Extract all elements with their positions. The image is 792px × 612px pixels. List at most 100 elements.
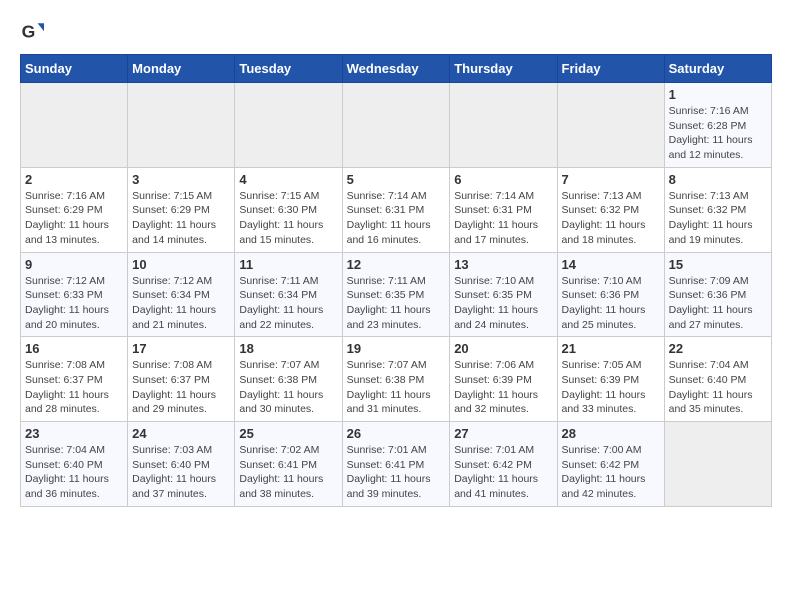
logo-icon: G — [20, 20, 44, 44]
day-number: 21 — [562, 341, 660, 356]
day-number: 9 — [25, 257, 123, 272]
day-number: 7 — [562, 172, 660, 187]
day-info: Sunrise: 7:12 AM Sunset: 6:33 PM Dayligh… — [25, 274, 123, 333]
calendar-cell: 5 Sunrise: 7:14 AM Sunset: 6:31 PM Daylig… — [342, 167, 450, 252]
day-info: Sunrise: 7:15 AM Sunset: 6:30 PM Dayligh… — [239, 189, 337, 248]
calendar-header-sunday: Sunday — [21, 55, 128, 83]
day-number: 15 — [669, 257, 767, 272]
day-info: Sunrise: 7:01 AM Sunset: 6:42 PM Dayligh… — [454, 443, 552, 502]
calendar-cell: 9 Sunrise: 7:12 AM Sunset: 6:33 PM Daylig… — [21, 252, 128, 337]
calendar-cell: 3 Sunrise: 7:15 AM Sunset: 6:29 PM Daylig… — [128, 167, 235, 252]
day-info: Sunrise: 7:06 AM Sunset: 6:39 PM Dayligh… — [454, 358, 552, 417]
day-info: Sunrise: 7:13 AM Sunset: 6:32 PM Dayligh… — [562, 189, 660, 248]
day-number: 14 — [562, 257, 660, 272]
day-number: 4 — [239, 172, 337, 187]
day-info: Sunrise: 7:07 AM Sunset: 6:38 PM Dayligh… — [239, 358, 337, 417]
day-number: 25 — [239, 426, 337, 441]
day-info: Sunrise: 7:14 AM Sunset: 6:31 PM Dayligh… — [347, 189, 446, 248]
day-info: Sunrise: 7:07 AM Sunset: 6:38 PM Dayligh… — [347, 358, 446, 417]
calendar-cell: 15 Sunrise: 7:09 AM Sunset: 6:36 PM Dayli… — [664, 252, 771, 337]
calendar-cell — [450, 83, 557, 168]
calendar-table: SundayMondayTuesdayWednesdayThursdayFrid… — [20, 54, 772, 507]
day-info: Sunrise: 7:02 AM Sunset: 6:41 PM Dayligh… — [239, 443, 337, 502]
calendar-cell: 24 Sunrise: 7:03 AM Sunset: 6:40 PM Dayli… — [128, 422, 235, 507]
calendar-cell: 4 Sunrise: 7:15 AM Sunset: 6:30 PM Daylig… — [235, 167, 342, 252]
calendar-cell: 28 Sunrise: 7:00 AM Sunset: 6:42 PM Dayli… — [557, 422, 664, 507]
day-number: 27 — [454, 426, 552, 441]
day-number: 26 — [347, 426, 446, 441]
calendar-cell: 14 Sunrise: 7:10 AM Sunset: 6:36 PM Dayli… — [557, 252, 664, 337]
day-number: 16 — [25, 341, 123, 356]
calendar-cell: 21 Sunrise: 7:05 AM Sunset: 6:39 PM Dayli… — [557, 337, 664, 422]
calendar-cell — [235, 83, 342, 168]
calendar-cell: 11Sunrise: 7:11 AM Sunset: 6:34 PM Dayli… — [235, 252, 342, 337]
calendar-cell: 13 Sunrise: 7:10 AM Sunset: 6:35 PM Dayli… — [450, 252, 557, 337]
day-number: 3 — [132, 172, 230, 187]
day-number: 18 — [239, 341, 337, 356]
calendar-cell: 18 Sunrise: 7:07 AM Sunset: 6:38 PM Dayli… — [235, 337, 342, 422]
day-number: 28 — [562, 426, 660, 441]
day-number: 6 — [454, 172, 552, 187]
day-info: Sunrise: 7:10 AM Sunset: 6:35 PM Dayligh… — [454, 274, 552, 333]
calendar-header-wednesday: Wednesday — [342, 55, 450, 83]
calendar-header-friday: Friday — [557, 55, 664, 83]
day-info: Sunrise: 7:10 AM Sunset: 6:36 PM Dayligh… — [562, 274, 660, 333]
day-number: 23 — [25, 426, 123, 441]
calendar-cell: 23 Sunrise: 7:04 AM Sunset: 6:40 PM Dayli… — [21, 422, 128, 507]
day-info: Sunrise: 7:11 AM Sunset: 6:35 PM Dayligh… — [347, 274, 446, 333]
calendar-cell: 2 Sunrise: 7:16 AM Sunset: 6:29 PM Daylig… — [21, 167, 128, 252]
day-number: 10 — [132, 257, 230, 272]
calendar-cell: 17 Sunrise: 7:08 AM Sunset: 6:37 PM Dayli… — [128, 337, 235, 422]
calendar-cell — [557, 83, 664, 168]
day-number: 17 — [132, 341, 230, 356]
calendar-cell: 26 Sunrise: 7:01 AM Sunset: 6:41 PM Dayli… — [342, 422, 450, 507]
day-number: 22 — [669, 341, 767, 356]
calendar-cell: 27 Sunrise: 7:01 AM Sunset: 6:42 PM Dayli… — [450, 422, 557, 507]
calendar-cell — [342, 83, 450, 168]
logo: G — [20, 20, 48, 44]
day-info: Sunrise: 7:13 AM Sunset: 6:32 PM Dayligh… — [669, 189, 767, 248]
day-number: 24 — [132, 426, 230, 441]
day-number: 12 — [347, 257, 446, 272]
day-info: Sunrise: 7:05 AM Sunset: 6:39 PM Dayligh… — [562, 358, 660, 417]
day-info: Sunrise: 7:16 AM Sunset: 6:29 PM Dayligh… — [25, 189, 123, 248]
day-info: Sunrise: 7:09 AM Sunset: 6:36 PM Dayligh… — [669, 274, 767, 333]
day-number: 20 — [454, 341, 552, 356]
calendar-header-monday: Monday — [128, 55, 235, 83]
calendar-header-tuesday: Tuesday — [235, 55, 342, 83]
calendar-cell: 6Sunrise: 7:14 AM Sunset: 6:31 PM Daylig… — [450, 167, 557, 252]
day-info: Sunrise: 7:11 AM Sunset: 6:34 PM Dayligh… — [239, 274, 337, 333]
calendar-cell: 20 Sunrise: 7:06 AM Sunset: 6:39 PM Dayli… — [450, 337, 557, 422]
day-info: Sunrise: 7:08 AM Sunset: 6:37 PM Dayligh… — [132, 358, 230, 417]
page-header: G — [20, 20, 772, 44]
calendar-cell: 12 Sunrise: 7:11 AM Sunset: 6:35 PM Dayli… — [342, 252, 450, 337]
svg-text:G: G — [22, 22, 36, 42]
calendar-cell: 25 Sunrise: 7:02 AM Sunset: 6:41 PM Dayli… — [235, 422, 342, 507]
day-info: Sunrise: 7:12 AM Sunset: 6:34 PM Dayligh… — [132, 274, 230, 333]
day-number: 19 — [347, 341, 446, 356]
day-number: 5 — [347, 172, 446, 187]
day-info: Sunrise: 7:03 AM Sunset: 6:40 PM Dayligh… — [132, 443, 230, 502]
day-number: 1 — [669, 87, 767, 102]
calendar-cell: 8 Sunrise: 7:13 AM Sunset: 6:32 PM Daylig… — [664, 167, 771, 252]
day-info: Sunrise: 7:04 AM Sunset: 6:40 PM Dayligh… — [25, 443, 123, 502]
day-info: Sunrise: 7:16 AM Sunset: 6:28 PM Dayligh… — [669, 104, 767, 163]
calendar-header-thursday: Thursday — [450, 55, 557, 83]
calendar-cell — [664, 422, 771, 507]
calendar-cell: 16 Sunrise: 7:08 AM Sunset: 6:37 PM Dayli… — [21, 337, 128, 422]
calendar-header-saturday: Saturday — [664, 55, 771, 83]
calendar-cell: 19 Sunrise: 7:07 AM Sunset: 6:38 PM Dayli… — [342, 337, 450, 422]
calendar-cell: 1 Sunrise: 7:16 AM Sunset: 6:28 PM Daylig… — [664, 83, 771, 168]
day-number: 8 — [669, 172, 767, 187]
calendar-cell: 7 Sunrise: 7:13 AM Sunset: 6:32 PM Daylig… — [557, 167, 664, 252]
day-info: Sunrise: 7:15 AM Sunset: 6:29 PM Dayligh… — [132, 189, 230, 248]
day-info: Sunrise: 7:00 AM Sunset: 6:42 PM Dayligh… — [562, 443, 660, 502]
calendar-cell: 22 Sunrise: 7:04 AM Sunset: 6:40 PM Dayli… — [664, 337, 771, 422]
day-info: Sunrise: 7:04 AM Sunset: 6:40 PM Dayligh… — [669, 358, 767, 417]
calendar-cell — [21, 83, 128, 168]
calendar-cell — [128, 83, 235, 168]
day-info: Sunrise: 7:08 AM Sunset: 6:37 PM Dayligh… — [25, 358, 123, 417]
day-info: Sunrise: 7:01 AM Sunset: 6:41 PM Dayligh… — [347, 443, 446, 502]
day-number: 13 — [454, 257, 552, 272]
day-number: 2 — [25, 172, 123, 187]
